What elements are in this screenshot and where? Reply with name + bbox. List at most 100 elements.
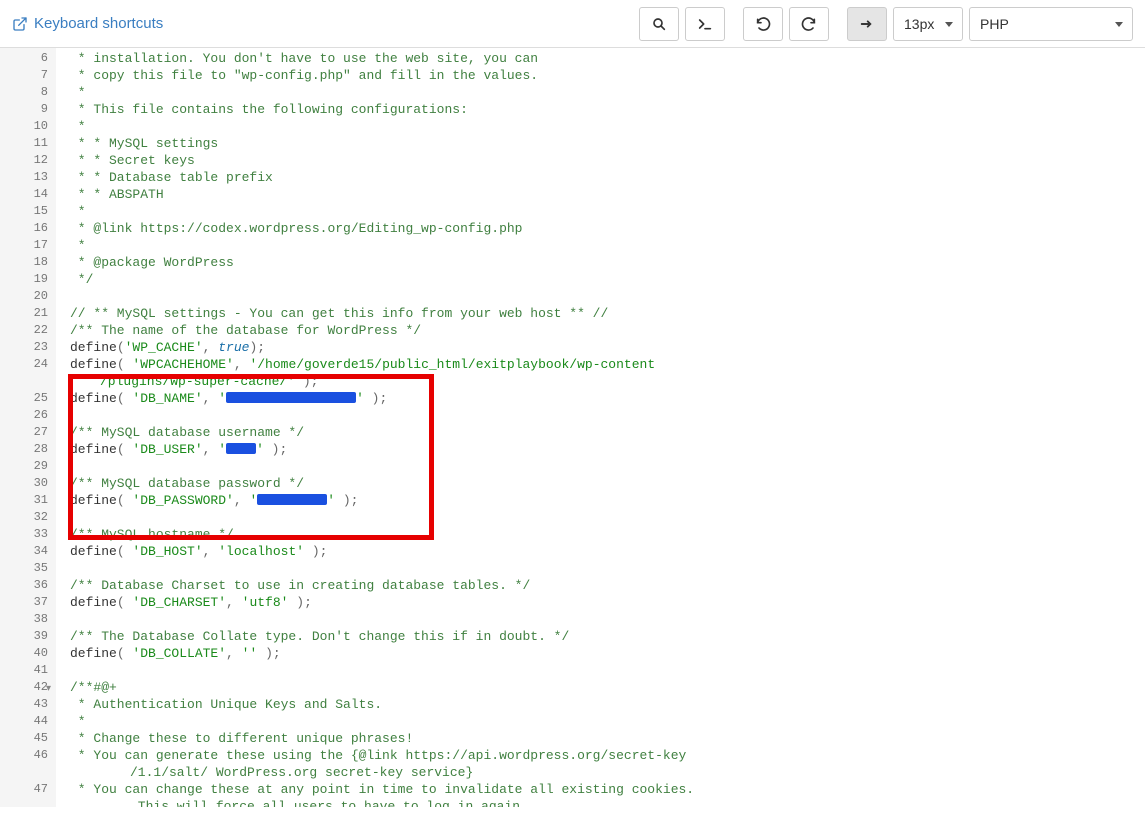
code-line[interactable]: * * MySQL settings — [70, 135, 1145, 152]
wrap-toggle-button[interactable] — [847, 7, 887, 41]
code-line[interactable] — [70, 560, 1145, 577]
code-line[interactable] — [70, 611, 1145, 628]
code-line[interactable]: * — [70, 203, 1145, 220]
line-number: 28 — [0, 441, 56, 458]
keyboard-shortcuts-link[interactable]: Keyboard shortcuts — [12, 15, 163, 32]
language-select[interactable]: PHP — [969, 7, 1133, 41]
line-number: 42▾ — [0, 679, 56, 696]
line-number: 41 — [0, 662, 56, 679]
code-line[interactable]: * copy this file to "wp-config.php" and … — [70, 67, 1145, 84]
code-line[interactable]: /**#@+ — [70, 679, 1145, 696]
line-number: 30 — [0, 475, 56, 492]
code-line[interactable]: /** MySQL database username */ — [70, 424, 1145, 441]
line-number: 15 — [0, 203, 56, 220]
code-line[interactable]: * * ABSPATH — [70, 186, 1145, 203]
line-number: 37 — [0, 594, 56, 611]
code-line[interactable]: */ — [70, 271, 1145, 288]
line-number: 22 — [0, 322, 56, 339]
code-area[interactable]: * installation. You don't have to use th… — [56, 48, 1145, 807]
code-line[interactable]: /** Database Charset to use in creating … — [70, 577, 1145, 594]
code-line[interactable]: define('WP_CACHE', true); — [70, 339, 1145, 356]
code-line[interactable]: /** The name of the database for WordPre… — [70, 322, 1145, 339]
code-line[interactable]: /** The Database Collate type. Don't cha… — [70, 628, 1145, 645]
line-number: 40 — [0, 645, 56, 662]
search-button[interactable] — [639, 7, 679, 41]
line-number: 13 — [0, 169, 56, 186]
line-number: 36 — [0, 577, 56, 594]
code-line[interactable]: /plugins/wp-super-cache/' ); — [70, 373, 1145, 390]
line-number: 18 — [0, 254, 56, 271]
code-line[interactable]: * Authentication Unique Keys and Salts. — [70, 696, 1145, 713]
code-line[interactable]: define( 'DB_USER', '' ); — [70, 441, 1145, 458]
line-number: 9 — [0, 101, 56, 118]
code-line[interactable]: define( 'DB_HOST', 'localhost' ); — [70, 543, 1145, 560]
line-number: 16 — [0, 220, 56, 237]
line-number — [0, 373, 56, 390]
code-line[interactable]: define( 'WPCACHEHOME', '/home/goverde15/… — [70, 356, 1145, 373]
code-line[interactable]: * You can change these at any point in t… — [70, 781, 1145, 798]
redo-icon — [801, 16, 817, 32]
code-line[interactable]: // ** MySQL settings - You can get this … — [70, 305, 1145, 322]
external-link-icon — [12, 16, 28, 32]
code-line[interactable]: * @package WordPress — [70, 254, 1145, 271]
line-number: 19 — [0, 271, 56, 288]
code-line[interactable]: /** MySQL hostname */ — [70, 526, 1145, 543]
search-icon — [651, 16, 667, 32]
line-number: 12 — [0, 152, 56, 169]
code-line[interactable]: define( 'DB_PASSWORD', '' ); — [70, 492, 1145, 509]
line-number: 7 — [0, 67, 56, 84]
code-line[interactable]: * — [70, 713, 1145, 730]
line-number: 25 — [0, 390, 56, 407]
code-editor[interactable]: 6789101112131415161718192021222324252627… — [0, 48, 1145, 807]
line-number: 27 — [0, 424, 56, 441]
code-line[interactable] — [70, 288, 1145, 305]
code-line[interactable] — [70, 662, 1145, 679]
line-number: 6 — [0, 50, 56, 67]
code-line[interactable]: * * Database table prefix — [70, 169, 1145, 186]
code-line[interactable]: define( 'DB_COLLATE', '' ); — [70, 645, 1145, 662]
code-line[interactable]: * — [70, 237, 1145, 254]
code-line[interactable]: * * Secret keys — [70, 152, 1145, 169]
code-line[interactable]: /** MySQL database password */ — [70, 475, 1145, 492]
line-number: 20 — [0, 288, 56, 305]
undo-button[interactable] — [743, 7, 783, 41]
code-line[interactable]: * This file contains the following confi… — [70, 101, 1145, 118]
line-number: 43 — [0, 696, 56, 713]
line-number: 34 — [0, 543, 56, 560]
code-line[interactable]: * You can generate these using the {@lin… — [70, 747, 1145, 764]
line-number: 39 — [0, 628, 56, 645]
line-number: 23 — [0, 339, 56, 356]
code-line[interactable]: /1.1/salt/ WordPress.org secret-key serv… — [70, 764, 1145, 781]
code-line[interactable]: This will force all users to have to log… — [70, 798, 1145, 807]
line-number: 17 — [0, 237, 56, 254]
code-line[interactable]: * — [70, 118, 1145, 135]
code-line[interactable] — [70, 458, 1145, 475]
code-line[interactable]: * @link https://codex.wordpress.org/Edit… — [70, 220, 1145, 237]
code-line[interactable]: * Change these to different unique phras… — [70, 730, 1145, 747]
line-number: 33 — [0, 526, 56, 543]
editor-toolbar: Keyboard shortcuts 13px PHP — [0, 0, 1145, 48]
line-number: 31 — [0, 492, 56, 509]
terminal-icon — [697, 16, 713, 32]
line-number: 32 — [0, 509, 56, 526]
code-line[interactable]: * installation. You don't have to use th… — [70, 50, 1145, 67]
line-number: 10 — [0, 118, 56, 135]
line-number: 44 — [0, 713, 56, 730]
font-size-select[interactable]: 13px — [893, 7, 963, 41]
line-number: 21 — [0, 305, 56, 322]
line-number — [0, 764, 56, 781]
line-number: 26 — [0, 407, 56, 424]
language-label: PHP — [980, 16, 1009, 32]
code-line[interactable] — [70, 509, 1145, 526]
line-number: 24 — [0, 356, 56, 373]
redacted-value — [226, 392, 356, 403]
line-number: 29 — [0, 458, 56, 475]
toolbar-right: 13px PHP — [639, 7, 1133, 41]
code-line[interactable]: define( 'DB_CHARSET', 'utf8' ); — [70, 594, 1145, 611]
terminal-button[interactable] — [685, 7, 725, 41]
toolbar-left: Keyboard shortcuts — [12, 15, 163, 32]
code-line[interactable] — [70, 407, 1145, 424]
code-line[interactable]: * — [70, 84, 1145, 101]
code-line[interactable]: define( 'DB_NAME', '' ); — [70, 390, 1145, 407]
redo-button[interactable] — [789, 7, 829, 41]
